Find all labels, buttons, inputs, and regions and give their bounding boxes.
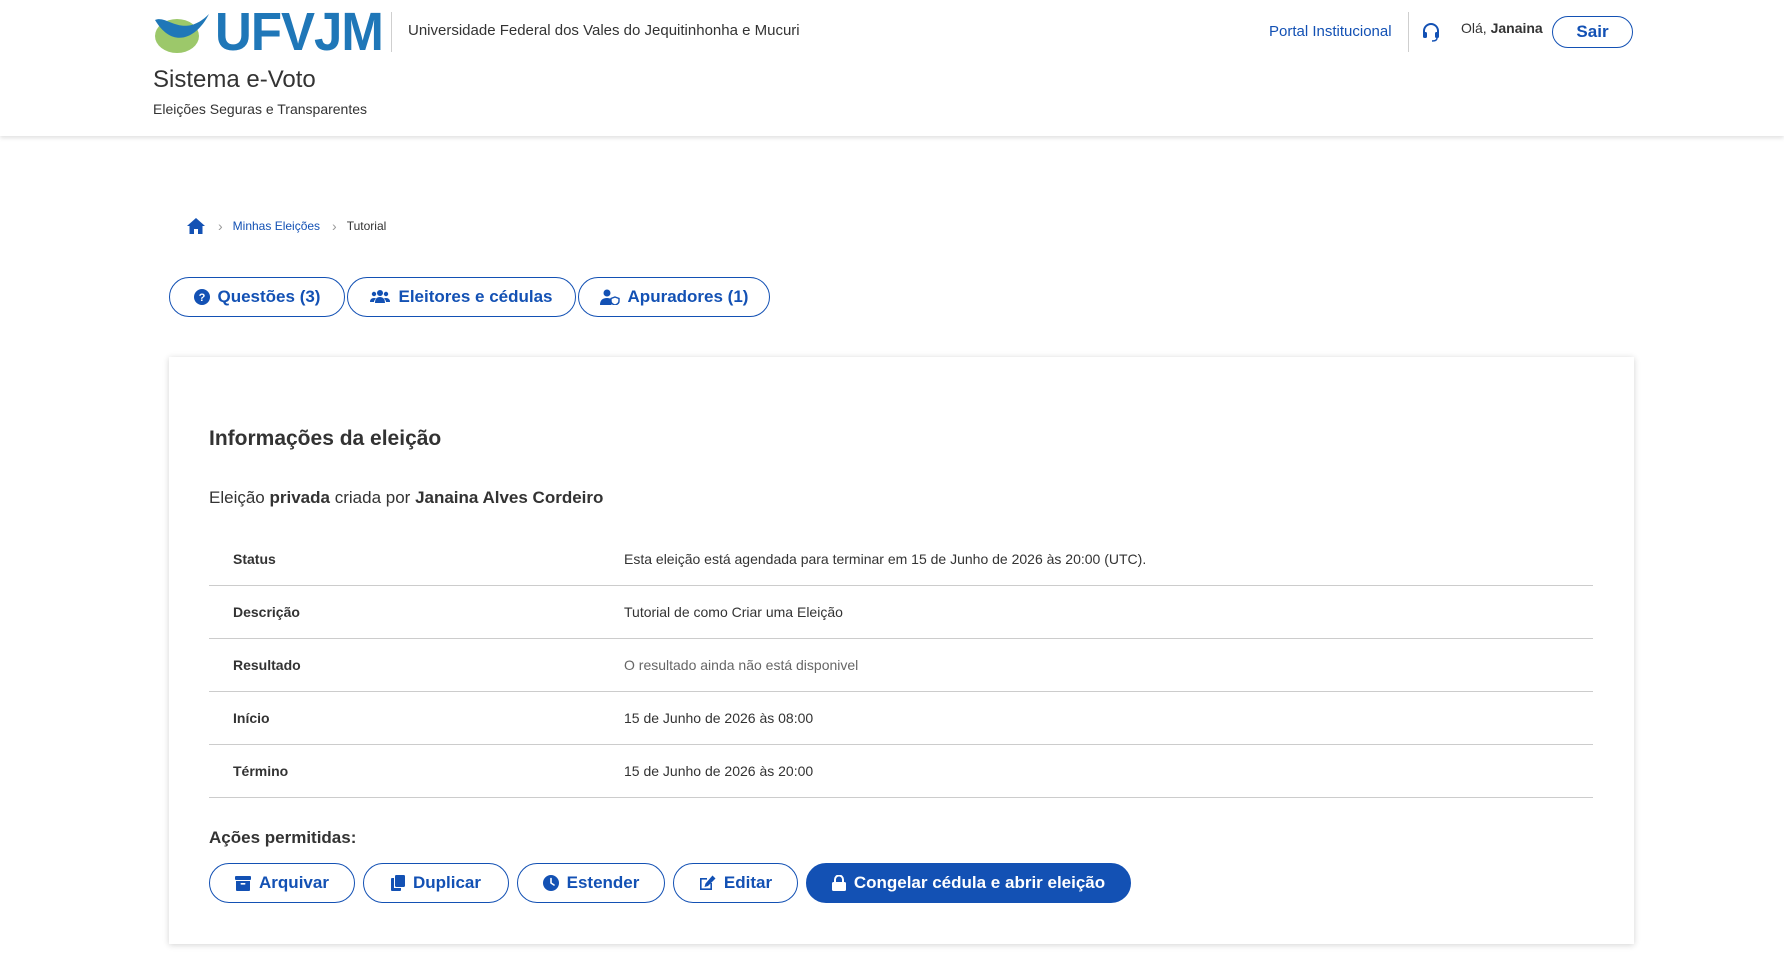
edit-icon <box>699 875 716 890</box>
table-row: Descrição Tutorial de como Criar uma Ele… <box>209 586 1593 639</box>
chevron-right-icon: › <box>218 218 223 234</box>
action-label: Estender <box>566 873 640 892</box>
system-title: Sistema e-Voto <box>153 66 316 93</box>
row-label: Descrição <box>233 604 300 620</box>
home-icon[interactable] <box>186 217 206 235</box>
election-creator: Janaina Alves Cordeiro <box>415 488 604 507</box>
header-divider <box>391 12 392 52</box>
row-value: Esta eleição está agendada para terminar… <box>624 551 1147 567</box>
row-value: O resultado ainda não está disponivel <box>624 657 859 673</box>
row-value: Tutorial de como Criar uma Eleição <box>624 604 843 620</box>
election-meta: Eleição privada criada por Janaina Alves… <box>209 488 603 508</box>
question-circle-icon: ? <box>193 289 210 305</box>
archive-button[interactable]: Arquivar <box>209 863 355 903</box>
extend-button[interactable]: Estender <box>517 863 665 903</box>
tab-apuradores[interactable]: Apuradores (1) <box>578 277 770 317</box>
row-label: Resultado <box>233 657 301 673</box>
action-label: Congelar cédula e abrir eleição <box>853 873 1106 892</box>
action-label: Editar <box>723 873 773 892</box>
card-title: Informações da eleição <box>209 427 442 450</box>
tab-eleitores-cedulas[interactable]: Eleitores e cédulas <box>347 277 576 317</box>
meta-prefix: Eleição <box>209 488 265 507</box>
chevron-right-icon: › <box>332 218 337 234</box>
row-label: Status <box>233 551 276 567</box>
row-label: Término <box>233 763 289 779</box>
meta-middle: criada por <box>334 488 411 507</box>
ufvjm-leaf-icon <box>155 14 209 53</box>
user-shield-icon <box>599 289 620 305</box>
header-divider-right <box>1408 12 1409 52</box>
ufvjm-logo[interactable]: UFVJM <box>153 1 384 62</box>
portal-institucional-link[interactable]: Portal Institucional <box>1269 23 1392 40</box>
election-tabs: ? Questões (3) Eleitores e cédulas Apura… <box>169 277 772 317</box>
action-label: Duplicar <box>412 873 482 892</box>
copy-icon <box>390 875 405 891</box>
tab-label: Apuradores (1) <box>627 287 749 306</box>
user-greeting: Olá, Janaina <box>1461 20 1543 36</box>
clock-icon <box>542 875 559 891</box>
greeting-prefix: Olá, <box>1461 20 1487 36</box>
logout-button[interactable]: Sair <box>1552 16 1633 48</box>
site-header: UFVJM Universidade Federal dos Vales do … <box>0 0 1784 136</box>
svg-text:?: ? <box>198 292 205 304</box>
logo-text: UFVJM <box>215 1 384 62</box>
duplicate-button[interactable]: Duplicar <box>363 863 509 903</box>
table-row: Término 15 de Junho de 2026 às 20:00 <box>209 745 1593 798</box>
tab-label: Eleitores e cédulas <box>398 287 553 306</box>
table-row: Resultado O resultado ainda não está dis… <box>209 639 1593 692</box>
breadcrumb-minhas-eleicoes[interactable]: Minhas Eleições <box>233 219 320 233</box>
allowed-actions: Arquivar Duplicar Estender Editar Congel… <box>209 863 1139 903</box>
university-name: Universidade Federal dos Vales do Jequit… <box>408 22 800 39</box>
election-info-table: Status Esta eleição está agendada para t… <box>209 533 1593 798</box>
lock-icon <box>831 875 846 891</box>
table-row: Status Esta eleição está agendada para t… <box>209 533 1593 586</box>
table-row: Início 15 de Junho de 2026 às 08:00 <box>209 692 1593 745</box>
row-label: Início <box>233 710 270 726</box>
system-subtitle: Eleições Seguras e Transparentes <box>153 101 368 117</box>
actions-label: Ações permitidas: <box>209 828 357 847</box>
tab-questoes[interactable]: ? Questões (3) <box>169 277 345 317</box>
headset-icon[interactable] <box>1421 22 1441 42</box>
action-label: Arquivar <box>259 873 329 892</box>
election-visibility: privada <box>269 488 330 507</box>
freeze-ballot-open-election-button[interactable]: Congelar cédula e abrir eleição <box>806 863 1131 903</box>
election-info-card: Informações da eleição Eleição privada c… <box>169 357 1634 944</box>
edit-button[interactable]: Editar <box>673 863 798 903</box>
row-value: 15 de Junho de 2026 às 20:00 <box>624 763 814 779</box>
row-value: 15 de Junho de 2026 às 08:00 <box>624 710 814 726</box>
tab-label: Questões (3) <box>217 287 321 306</box>
users-icon <box>370 290 391 303</box>
breadcrumb-current: Tutorial <box>346 219 387 233</box>
breadcrumb: › Minhas Eleições › Tutorial <box>186 215 386 237</box>
user-name: Janaina <box>1490 20 1543 36</box>
archive-icon <box>235 875 252 891</box>
